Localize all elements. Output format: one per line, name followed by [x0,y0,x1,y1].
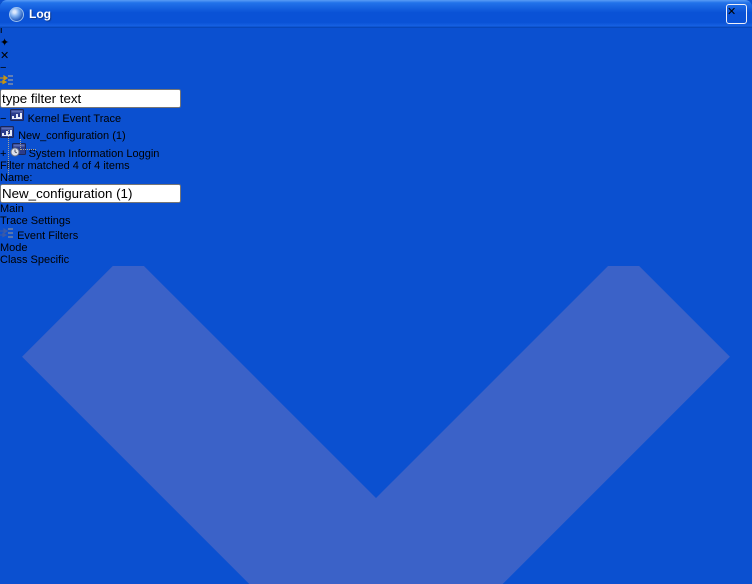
title-bar[interactable]: Log ✕ [0,0,752,28]
tree-item-label: Kernel Event Trace [28,113,122,125]
tree-guide-line [20,149,36,150]
tree-item-kernel-event-trace[interactable]: − Kernel Event Trace [0,108,752,125]
tree-item-new-configuration[interactable]: New_configuration (1) [0,125,752,142]
configurations-sidebar: ✦ ✕ − [0,36,752,172]
delete-x-icon: ✕ [0,50,9,62]
filter-configurations-button[interactable] [0,74,752,89]
tree-item-label: System Information Loggin [29,148,160,160]
log-dialog-window: Log ✕ Create, manage, and run configurat… [0,0,752,584]
filter-arrows-icon [0,74,14,86]
configuration-tabs: Main Trace Settings [0,203,752,242]
tab-event-filters[interactable]: Event Filters [0,227,752,242]
sidebar-toolbar: ✦ ✕ − [0,36,752,89]
tree-filter-input[interactable] [0,89,181,108]
mode-select[interactable]: Class Specific [0,254,752,584]
filter-status-text: Filter matched 4 of 4 items [0,160,752,172]
tab-trace-settings[interactable]: Trace Settings [0,215,752,227]
kernel-event-trace-icon [10,113,28,125]
kernel-event-trace-icon [0,130,18,142]
window-close-icon[interactable]: ✕ [726,4,747,24]
tree-item-label-selected: New_configuration (1) [18,130,126,142]
tree-item-system-information-logging[interactable]: + System Information Loggin [0,142,752,160]
tab-label: Event Filters [17,230,78,242]
collapse-all-icon: − [0,62,6,74]
new-star-icon: ✦ [0,37,9,49]
collapse-expander-icon[interactable]: − [0,113,6,125]
name-field-label: Name: [0,172,752,184]
delete-configuration-button[interactable]: ✕ [0,49,752,62]
chevron-down-icon [0,266,752,584]
configuration-name-input[interactable] [0,184,181,203]
new-page-icon: ✦ [0,37,9,49]
tab-main[interactable]: Main [0,203,752,215]
new-configuration-button[interactable]: ✦ [0,36,752,49]
tab-label: Main [0,203,24,215]
tree-guide-line [8,130,9,175]
app-icon [9,7,24,22]
collapse-all-button[interactable]: − [0,62,752,74]
configuration-tab-folder: Main Trace Settings [0,203,752,242]
mode-label: Mode [0,242,752,254]
dialog-body: Create, manage, and run configurations Q… [0,0,752,584]
expand-expander-icon[interactable]: + [0,148,6,160]
mode-selected-value: Class Specific [0,254,69,266]
event-filters-tab-icon [0,227,14,239]
window-title: Log [29,7,51,21]
tab-label: Trace Settings [0,215,71,227]
